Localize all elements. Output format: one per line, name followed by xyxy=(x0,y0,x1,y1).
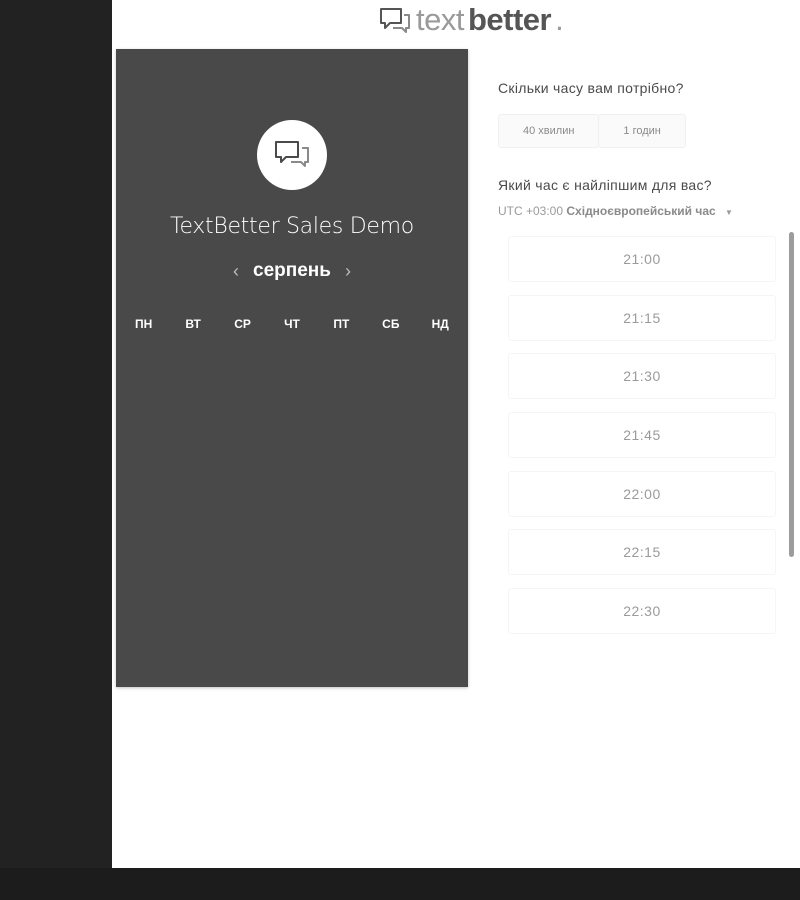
time-slot[interactable]: 21:15 xyxy=(508,294,776,341)
time-slot[interactable]: 22:15 xyxy=(508,529,776,576)
timezone-name: Східноєвропейський час xyxy=(566,204,716,218)
duration-options: 40 хвилин 1 годин xyxy=(498,114,686,148)
timezone-offset: UTC +03:00 xyxy=(498,204,564,218)
time-slot[interactable]: 22:00 xyxy=(508,470,776,517)
time-slot[interactable]: 21:00 xyxy=(508,236,776,282)
logo-text-light: text xyxy=(416,2,464,37)
time-slot[interactable]: 21:30 xyxy=(508,353,776,400)
weekday-wed: СР xyxy=(234,317,251,331)
month-navigation: ‹ серпень › xyxy=(116,259,468,283)
weekday-thu: ЧТ xyxy=(284,317,300,331)
weekday-mon: ПН xyxy=(135,317,153,331)
booking-frame: text better. TextBetter Sales Demo ‹ серп… xyxy=(112,0,800,868)
event-title: TextBetter Sales Demo xyxy=(170,214,414,239)
logo-dot: . xyxy=(555,2,564,37)
chevron-down-icon: ▼ xyxy=(725,208,733,217)
weekday-header: ПН ВТ СР ЧТ ПТ СБ НД xyxy=(116,317,468,331)
timezone-selector[interactable]: UTC +03:00 Східноєвропейський час ▼ xyxy=(498,204,733,218)
bottom-bar xyxy=(0,868,800,900)
time-question: Який час є найліпшим для вас? xyxy=(498,177,712,193)
time-slot-scrollbar[interactable] xyxy=(789,232,794,557)
chat-bubbles-icon xyxy=(380,8,410,33)
event-info-panel: TextBetter Sales Demo ‹ серпень › ПН ВТ … xyxy=(116,49,468,687)
textbetter-logo: text better. xyxy=(378,0,564,40)
weekday-sat: СБ xyxy=(382,317,400,331)
duration-question: Скільки часу вам потрібно? xyxy=(498,80,684,96)
weekday-fri: ПТ xyxy=(333,317,350,331)
prev-month-button[interactable]: ‹ xyxy=(233,259,239,283)
weekday-tue: ВТ xyxy=(185,317,201,331)
time-slot-list: 21:00 21:15 21:30 21:45 22:00 22:15 22:3… xyxy=(508,236,776,647)
weekday-sun: НД xyxy=(431,317,449,331)
next-month-button[interactable]: › xyxy=(345,259,351,283)
duration-1-hour-button[interactable]: 1 годин xyxy=(598,114,686,148)
month-label: серпень xyxy=(253,260,331,281)
time-slot[interactable]: 21:45 xyxy=(508,412,776,459)
duration-40-min-button[interactable]: 40 хвилин xyxy=(498,114,600,148)
logo-text-bold: better xyxy=(467,2,552,37)
chat-bubbles-icon xyxy=(275,141,309,167)
event-avatar xyxy=(257,120,327,190)
time-slot[interactable]: 22:30 xyxy=(508,588,776,635)
